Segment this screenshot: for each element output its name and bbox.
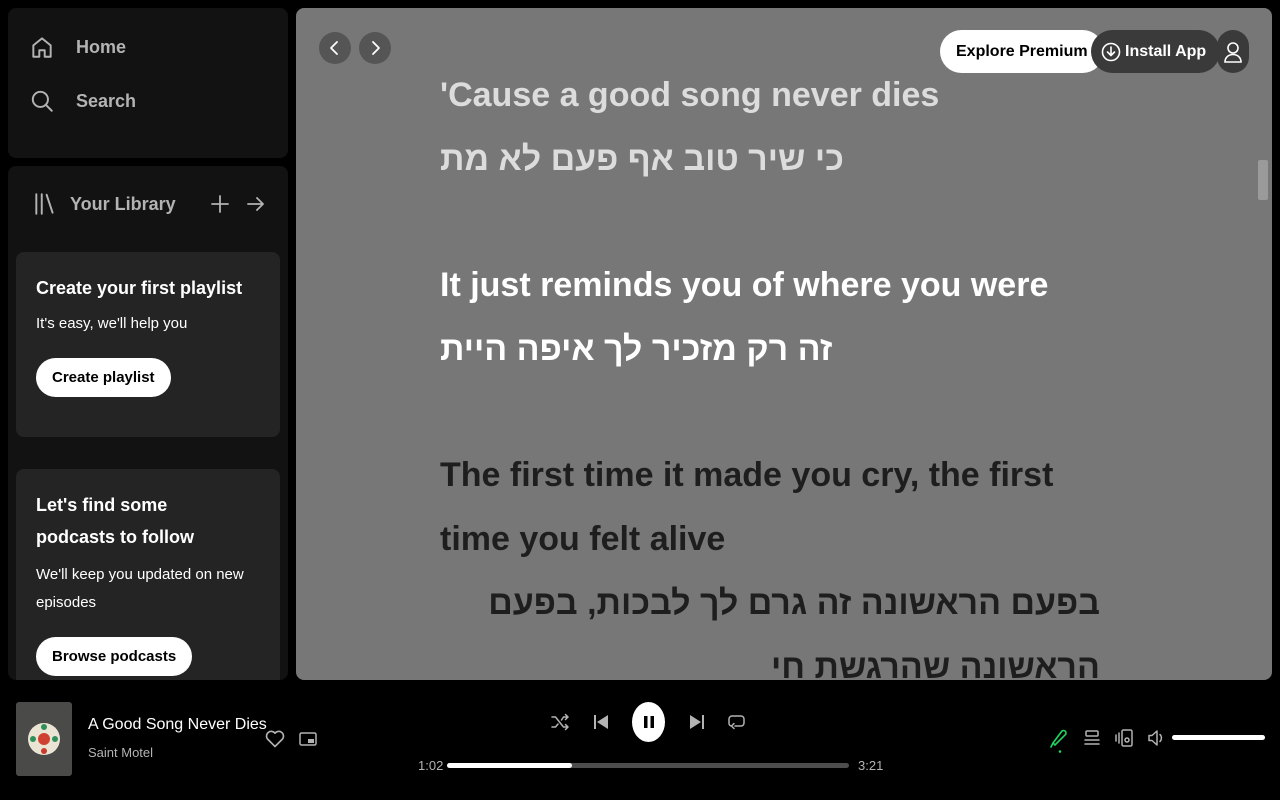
card-title: Let's find some podcasts to follow xyxy=(36,495,195,547)
card-subtitle: It's easy, we'll help you xyxy=(36,315,188,332)
lyric-line-translation-upcoming[interactable]: בפעם הראשונה זה גרם לך לבכות, בפעם הראשו… xyxy=(440,571,1100,680)
track-duration: 3:21 xyxy=(858,758,884,773)
home-icon xyxy=(28,33,56,61)
scrollbar-thumb[interactable] xyxy=(1258,160,1268,200)
user-icon xyxy=(1224,41,1242,63)
lyrics-container: 'Cause a good song never dies כי שיר טוב… xyxy=(440,63,1120,680)
sidebar-nav: Home Search xyxy=(8,8,288,158)
elapsed-time: 1:02 xyxy=(418,758,444,773)
volume-icon[interactable] xyxy=(1146,728,1166,748)
track-artist[interactable]: Saint Motel xyxy=(88,745,153,760)
pause-button[interactable] xyxy=(632,702,665,742)
browse-podcasts-button[interactable]: Browse podcasts xyxy=(36,637,193,676)
nav-home-label: Home xyxy=(76,36,127,57)
library-panel: Your Library Create your first playlist … xyxy=(8,166,288,680)
create-plus-icon[interactable] xyxy=(204,188,236,220)
profile-button[interactable] xyxy=(1217,30,1249,73)
next-icon[interactable] xyxy=(687,712,707,732)
spotify-app: Home Search Your Library Create your fir… xyxy=(0,0,1280,800)
nav-home[interactable]: Home xyxy=(28,20,268,74)
pause-icon xyxy=(643,716,654,728)
lyric-line-current[interactable]: It just reminds you of where you were xyxy=(440,253,1120,317)
create-playlist-button[interactable]: Create playlist xyxy=(36,358,171,397)
queue-icon[interactable] xyxy=(1082,728,1102,748)
library-icon[interactable] xyxy=(32,190,60,218)
lyrics-view: Explore Premium Install App 'Cause a goo… xyxy=(296,8,1272,680)
volume-slider[interactable] xyxy=(1172,735,1265,740)
podcasts-card: Let's find some podcasts to follow We'll… xyxy=(16,469,280,680)
album-cover[interactable] xyxy=(16,702,72,776)
lyric-gap xyxy=(440,381,1120,443)
card-subtitle: We'll keep you updated on new episodes xyxy=(36,566,244,611)
lyric-line-translation-current[interactable]: זה רק מזכיר לך איפה היית xyxy=(440,317,832,381)
album-art-icon xyxy=(28,723,60,755)
lyric-gap xyxy=(440,191,1120,253)
expand-arrow-icon[interactable] xyxy=(240,188,272,220)
back-button[interactable] xyxy=(319,32,351,64)
install-app-label: Install App xyxy=(1125,42,1207,60)
card-title: Create your first playlist xyxy=(36,278,243,298)
picture-in-picture-icon[interactable] xyxy=(298,729,318,749)
nav-search-label: Search xyxy=(76,90,137,111)
create-playlist-card: Create your first playlist It's easy, we… xyxy=(16,252,280,437)
previous-icon[interactable] xyxy=(591,712,611,732)
library-header: Your Library xyxy=(8,166,288,242)
download-icon xyxy=(1101,42,1121,62)
volume-fill xyxy=(1172,735,1265,740)
heart-icon[interactable] xyxy=(264,728,286,750)
shuffle-icon[interactable] xyxy=(550,712,570,732)
chevron-left-icon xyxy=(330,41,338,55)
progress-bar[interactable] xyxy=(447,763,849,768)
track-title[interactable]: A Good Song Never Dies xyxy=(88,716,267,734)
chevron-right-icon xyxy=(372,41,380,55)
lyrics-mic-icon[interactable] xyxy=(1048,726,1070,754)
search-icon xyxy=(28,87,56,115)
library-title[interactable]: Your Library xyxy=(70,194,200,215)
player-bar: A Good Song Never Dies Saint Motel 1:02 … xyxy=(0,688,1280,800)
lyric-line-translation[interactable]: כי שיר טוב אף פעם לא מת xyxy=(440,127,844,191)
progress-fill xyxy=(447,763,572,768)
connect-device-icon[interactable] xyxy=(1114,728,1134,748)
repeat-icon[interactable] xyxy=(727,712,747,732)
forward-button[interactable] xyxy=(359,32,391,64)
lyric-line[interactable]: 'Cause a good song never dies xyxy=(440,63,1120,127)
lyric-line-upcoming[interactable]: The first time it made you cry, the firs… xyxy=(440,443,1100,571)
nav-search[interactable]: Search xyxy=(28,74,268,128)
